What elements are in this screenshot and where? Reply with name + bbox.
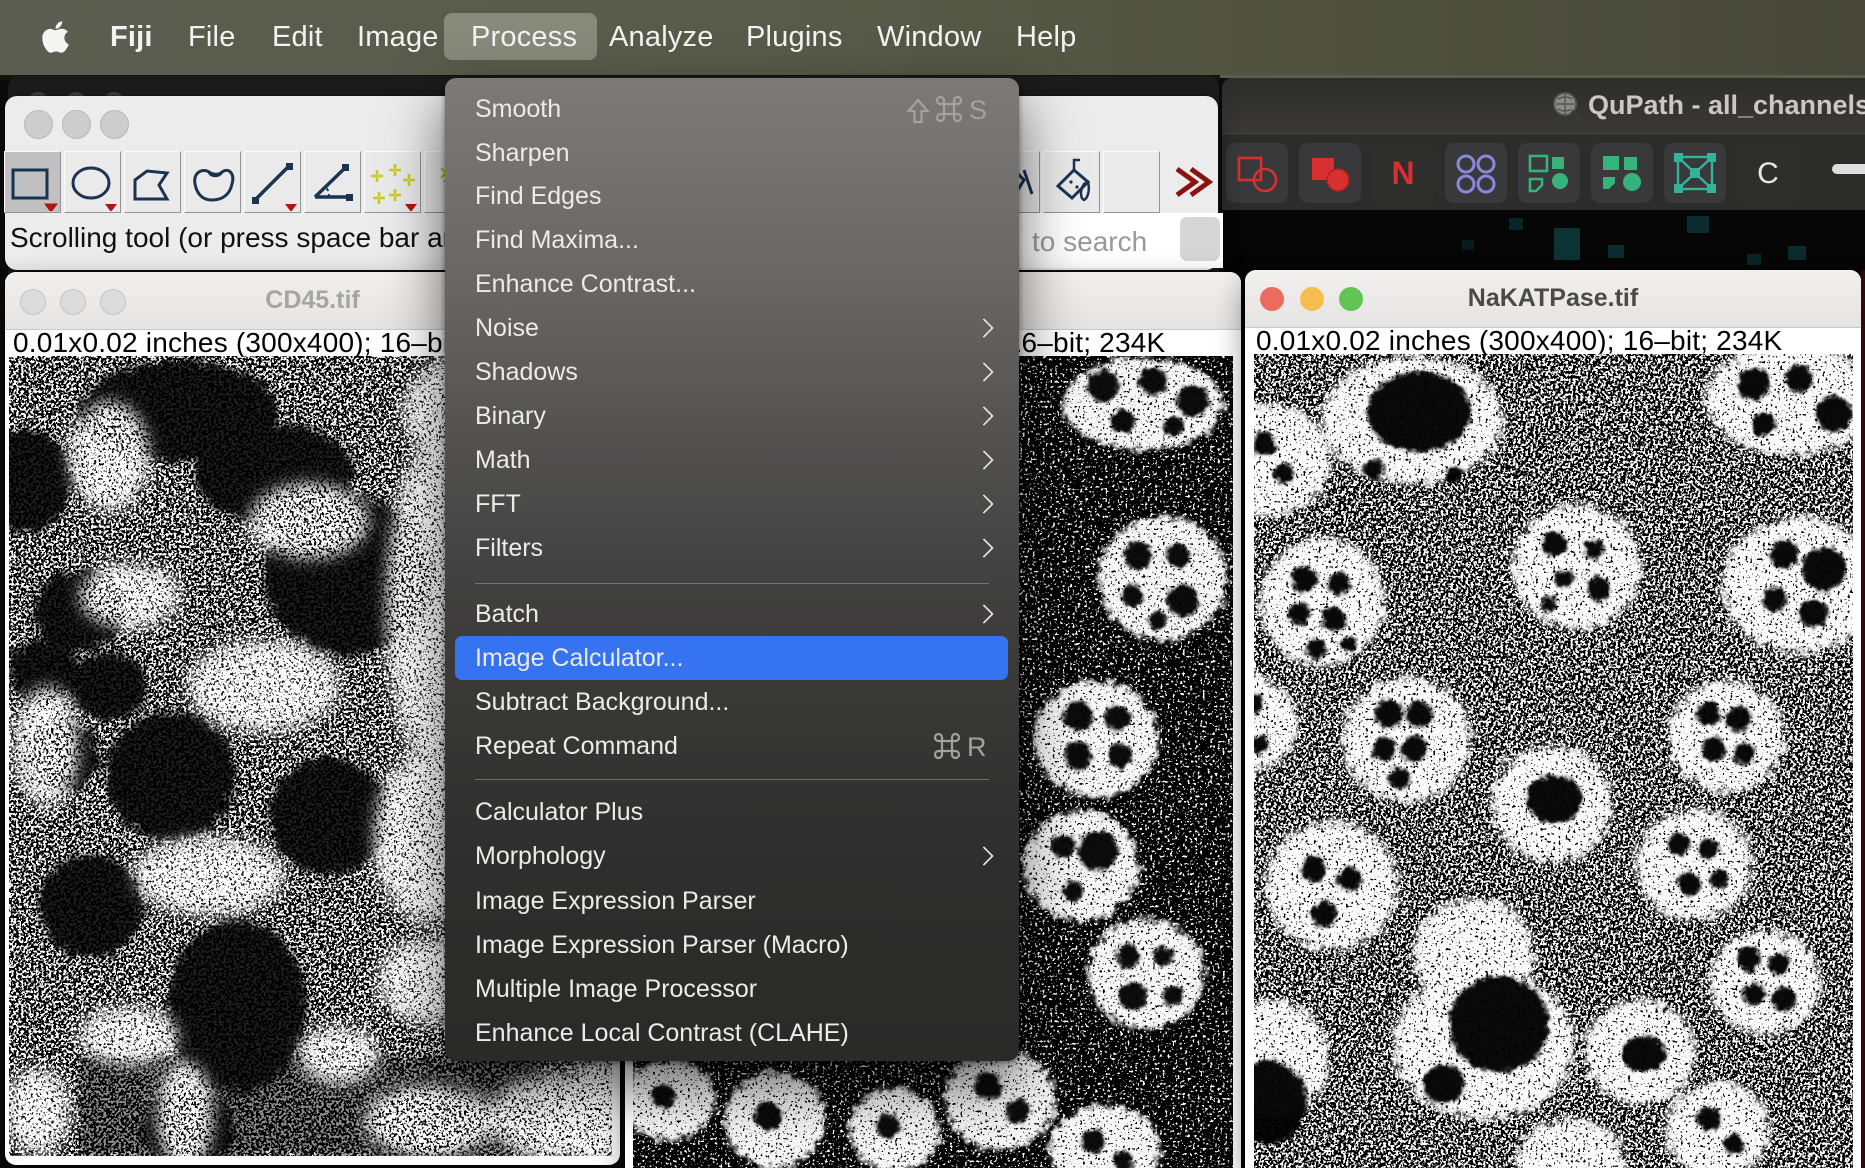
svg-text:C: C — [1757, 157, 1779, 190]
svg-text:S: S — [969, 95, 987, 125]
svg-text:R: R — [967, 732, 987, 762]
svg-text:N: N — [1391, 155, 1414, 191]
